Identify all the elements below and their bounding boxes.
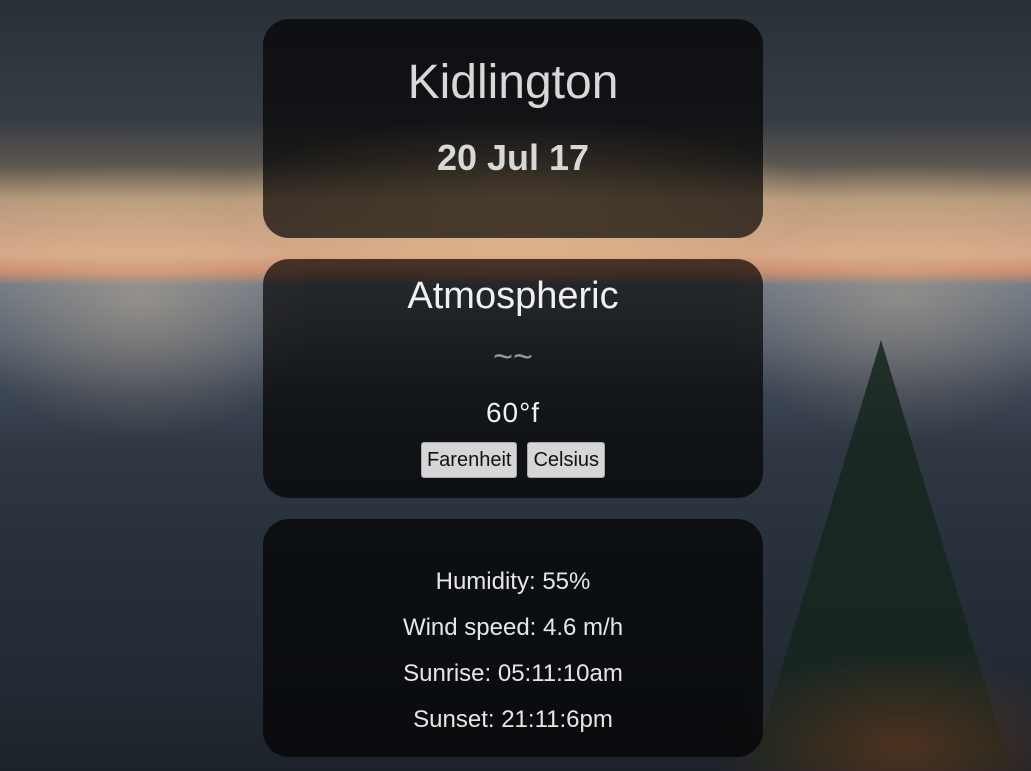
location-card: Kidlington 20 Jul 17	[263, 19, 763, 238]
weather-card: Atmospheric ~~ 60°f Farenheit Celsius	[263, 259, 763, 498]
sunrise-label: Sunrise: 05:11:10am	[403, 660, 623, 687]
humidity-label: Humidity: 55%	[435, 568, 591, 595]
weather-details: Humidity: 55% Wind speed: 4.6 m/h Sunris…	[263, 567, 763, 751]
fahrenheit-button[interactable]: Farenheit	[420, 442, 518, 478]
unit-toggle: Farenheit Celsius	[263, 442, 763, 478]
city-name: Kidlington	[407, 56, 619, 109]
temperature: 60°f	[485, 397, 541, 428]
celsius-button[interactable]: Celsius	[527, 442, 606, 478]
wind-speed-label: Wind speed: 4.6 m/h	[402, 614, 624, 641]
date-label: 20 Jul 17	[436, 137, 590, 178]
sunset-label: Sunset: 21:11:6pm	[413, 706, 613, 733]
details-card: Humidity: 55% Wind speed: 4.6 m/h Sunris…	[263, 519, 763, 757]
mist-icon: ~~	[493, 338, 533, 376]
weather-condition: Atmospheric	[407, 275, 619, 317]
